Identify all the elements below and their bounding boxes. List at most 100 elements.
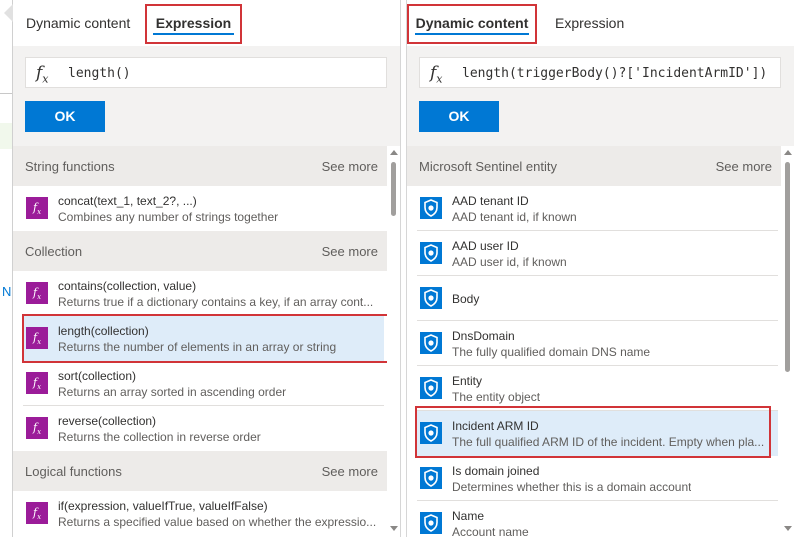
item-title: sort(collection) — [58, 369, 137, 383]
tab-label: Dynamic content — [415, 15, 529, 31]
content-item-incident-arm-id[interactable]: Incident ARM ID The full qualified ARM I… — [417, 411, 778, 456]
ok-button[interactable]: OK — [25, 101, 105, 132]
function-item-if[interactable]: fx if(expression, valueIfTrue, valueIfFa… — [23, 491, 384, 536]
function-list: String functions See more fx concat(text… — [13, 146, 387, 537]
item-description: The full qualified ARM ID of the inciden… — [452, 435, 765, 449]
function-item-length[interactable]: fx length(collection) Returns the number… — [23, 316, 384, 361]
scroll-thumb[interactable] — [391, 162, 396, 216]
item-description: Returns the collection in reverse order — [58, 430, 261, 444]
item-title: AAD tenant ID — [452, 194, 529, 208]
item-title: if(expression, valueIfTrue, valueIfFalse… — [58, 499, 268, 513]
tab-dynamic-content[interactable]: Dynamic content — [25, 6, 131, 42]
item-title: Body — [452, 292, 480, 306]
background-divider — [0, 93, 12, 94]
ok-button[interactable]: OK — [419, 101, 499, 132]
item-description: AAD user id, if known — [452, 255, 567, 269]
see-more-link[interactable]: See more — [716, 159, 772, 174]
tab-dynamic-content[interactable]: Dynamic content — [407, 4, 537, 44]
item-title: DnsDomain — [452, 329, 515, 343]
see-more-link[interactable]: See more — [322, 159, 378, 174]
section-title: Microsoft Sentinel entity — [419, 159, 558, 174]
item-description: Returns true if a dictionary contains a … — [58, 295, 374, 309]
item-title: Is domain joined — [452, 464, 540, 478]
content-item-is-domain-joined[interactable]: Is domain joined Determines whether this… — [417, 456, 778, 501]
tab-label: Dynamic content — [26, 15, 131, 31]
item-title: reverse(collection) — [58, 414, 157, 428]
tab-expression[interactable]: Expression — [554, 6, 625, 42]
scrollbar[interactable] — [387, 146, 400, 537]
tab-bar: Dynamic content Expression — [407, 0, 794, 46]
item-description: AAD tenant id, if known — [452, 210, 577, 224]
content-item-body[interactable]: Body — [417, 276, 778, 321]
function-icon: fx — [26, 417, 48, 439]
expression-editor: fx length(triggerBody()?['IncidentArmID'… — [407, 46, 794, 146]
tab-expression[interactable]: Expression — [145, 4, 242, 44]
function-icon: fx — [26, 327, 48, 349]
section-title: Collection — [25, 244, 83, 259]
scroll-down-icon[interactable] — [390, 526, 398, 531]
item-description: The entity object — [452, 390, 541, 404]
function-item-sort[interactable]: fx sort(collection) Returns an array sor… — [23, 361, 384, 406]
item-description: Determines whether this is a domain acco… — [452, 480, 692, 494]
background-row — [0, 123, 12, 149]
scrollbar[interactable] — [781, 146, 794, 537]
callout-arrow — [4, 4, 13, 22]
dynamic-content-panel: Dynamic content Expression fx length(tri… — [407, 0, 794, 537]
active-tab-indicator — [415, 33, 529, 35]
function-icon: fx — [26, 282, 48, 304]
fx-icon: fx — [430, 63, 443, 86]
sentinel-shield-icon — [420, 422, 442, 444]
tab-bar: Dynamic content Expression — [13, 0, 400, 46]
function-icon: fx — [26, 502, 48, 524]
sentinel-shield-icon — [420, 467, 442, 489]
function-item-reverse[interactable]: fx reverse(collection) Returns the colle… — [23, 406, 384, 451]
see-more-link[interactable]: See more — [322, 464, 378, 479]
sentinel-shield-icon — [420, 242, 442, 264]
tab-label: Expression — [555, 15, 625, 31]
background-page: N — [0, 0, 13, 537]
content-item-aad-tenant-id[interactable]: AAD tenant ID AAD tenant id, if known — [417, 186, 778, 231]
fx-icon: fx — [36, 63, 49, 86]
scroll-down-icon[interactable] — [784, 526, 792, 531]
sentinel-shield-icon — [420, 197, 442, 219]
dynamic-content-list: Microsoft Sentinel entity See more AAD t… — [407, 146, 781, 537]
tab-label: Expression — [155, 15, 232, 31]
sentinel-shield-icon — [420, 512, 442, 534]
expression-editor: fx length() OK — [13, 46, 400, 146]
item-description: Returns the number of elements in an arr… — [58, 340, 337, 354]
content-item-name[interactable]: Name Account name — [417, 501, 778, 537]
item-description: Account name — [452, 525, 529, 537]
expression-input[interactable]: fx length() — [25, 57, 387, 88]
item-title: Entity — [452, 374, 483, 388]
sentinel-shield-icon — [420, 377, 442, 399]
item-title: Incident ARM ID — [452, 419, 539, 433]
item-description: Returns an array sorted in ascending ord… — [58, 385, 287, 399]
item-title: AAD user ID — [452, 239, 519, 253]
panel-divider — [400, 0, 407, 537]
section-collection: Collection See more — [13, 231, 387, 271]
content-item-aad-user-id[interactable]: AAD user ID AAD user id, if known — [417, 231, 778, 276]
expression-value: length(triggerBody()?['IncidentArmID']) — [462, 66, 768, 81]
item-title: contains(collection, value) — [58, 279, 197, 293]
function-icon: fx — [26, 372, 48, 394]
expression-panel: Dynamic content Expression fx length() O… — [13, 0, 400, 537]
sentinel-shield-icon — [420, 332, 442, 354]
scroll-thumb[interactable] — [785, 162, 790, 372]
section-sentinel-entity: Microsoft Sentinel entity See more — [407, 146, 781, 186]
item-description: The fully qualified domain DNS name — [452, 345, 651, 359]
expression-input[interactable]: fx length(triggerBody()?['IncidentArmID'… — [419, 57, 781, 88]
function-item-concat[interactable]: fx concat(text_1, text_2?, ...) Combines… — [23, 186, 384, 231]
function-item-contains[interactable]: fx contains(collection, value) Returns t… — [23, 271, 384, 316]
section-title: String functions — [25, 159, 115, 174]
content-item-dnsdomain[interactable]: DnsDomain The fully qualified domain DNS… — [417, 321, 778, 366]
item-description: Combines any number of strings together — [58, 210, 279, 224]
section-title: Logical functions — [25, 464, 122, 479]
item-title: Name — [452, 509, 485, 523]
content-item-entity[interactable]: Entity The entity object — [417, 366, 778, 411]
item-title: concat(text_1, text_2?, ...) — [58, 194, 197, 208]
scroll-up-icon[interactable] — [784, 150, 792, 155]
see-more-link[interactable]: See more — [322, 244, 378, 259]
expression-value: length() — [68, 66, 131, 81]
item-title: length(collection) — [58, 324, 149, 338]
scroll-up-icon[interactable] — [390, 150, 398, 155]
